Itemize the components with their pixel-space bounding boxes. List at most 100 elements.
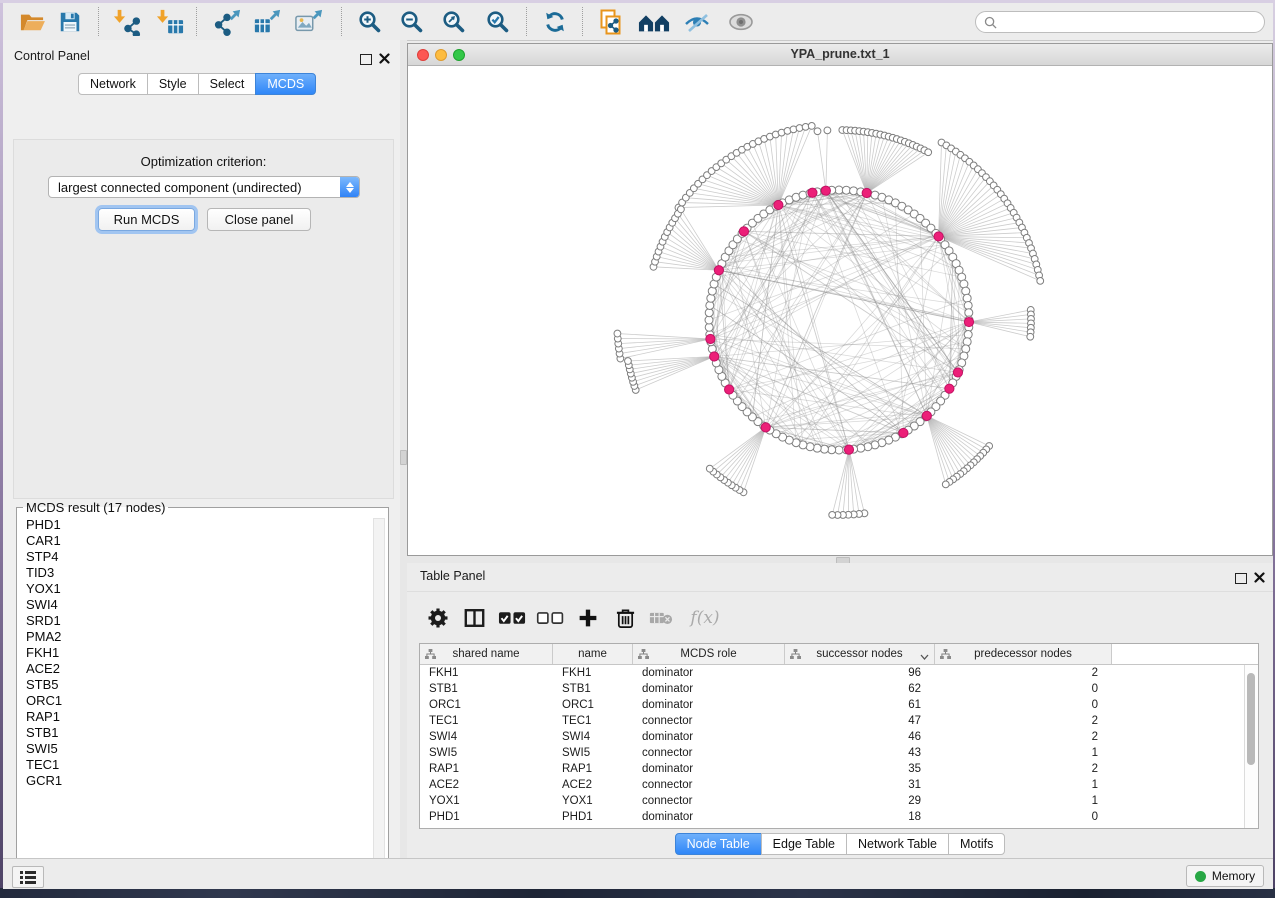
network-graph-canvas[interactable]	[408, 65, 1272, 556]
mcds-list-scrollbar[interactable]	[373, 518, 385, 868]
first-neighbors-button[interactable]	[636, 7, 672, 37]
mcds-hub-node[interactable]	[710, 352, 719, 361]
zoom-fit-button[interactable]	[436, 7, 472, 37]
mcds-result-item[interactable]: SWI5	[20, 741, 370, 757]
table-settings-button[interactable]	[423, 604, 453, 632]
table-panel-close-button[interactable]	[1254, 570, 1265, 588]
table-row[interactable]: ACE2ACE2connector311	[420, 777, 1244, 793]
table-panel-float-button[interactable]	[1235, 571, 1247, 589]
vertical-splitter[interactable]	[400, 40, 407, 858]
table-row[interactable]: RAP1RAP1dominator352	[420, 761, 1244, 777]
zoom-in-button[interactable]	[352, 7, 388, 37]
show-all-button[interactable]	[723, 7, 759, 37]
open-file-button[interactable]	[14, 7, 50, 37]
run-mcds-button[interactable]: Run MCDS	[98, 208, 195, 231]
task-history-button[interactable]	[12, 866, 44, 888]
export-image-button[interactable]	[291, 7, 327, 37]
mcds-hub-node[interactable]	[821, 186, 830, 195]
mcds-hub-node[interactable]	[945, 384, 954, 393]
mcds-hub-node[interactable]	[714, 266, 723, 275]
mcds-hub-node[interactable]	[934, 232, 943, 241]
mcds-hub-node[interactable]	[964, 317, 973, 326]
table-row[interactable]: SWI4SWI4dominator462	[420, 729, 1244, 745]
sort-chevron-icon[interactable]	[920, 651, 929, 663]
mcds-hub-node[interactable]	[862, 188, 871, 197]
mcds-result-item[interactable]: SWI4	[20, 597, 370, 613]
mcds-hub-node[interactable]	[953, 368, 962, 377]
mcds-hub-node[interactable]	[922, 411, 931, 420]
mcds-result-item[interactable]: STB5	[20, 677, 370, 693]
import-network-button[interactable]	[109, 7, 145, 37]
mcds-result-item[interactable]: PMA2	[20, 629, 370, 645]
table-row[interactable]: YOX1YOX1connector291	[420, 793, 1244, 809]
copy-network-button[interactable]	[593, 7, 629, 37]
tab-network-table[interactable]: Network Table	[846, 833, 949, 855]
control-panel-close-button[interactable]	[379, 51, 390, 69]
hide-selected-button[interactable]	[679, 7, 715, 37]
table-row[interactable]: STB1STB1dominator620	[420, 681, 1244, 697]
table-row[interactable]: TEC1TEC1connector472	[420, 713, 1244, 729]
mcds-hub-node[interactable]	[844, 445, 853, 454]
import-table-button[interactable]	[152, 7, 188, 37]
mcds-result-item[interactable]: ORC1	[20, 693, 370, 709]
mcds-hub-node[interactable]	[761, 423, 770, 432]
mcds-hub-node[interactable]	[808, 188, 817, 197]
mcds-hub-node[interactable]	[899, 428, 908, 437]
delete-table-button[interactable]	[646, 604, 676, 632]
mcds-result-item[interactable]: SRD1	[20, 613, 370, 629]
mcds-hub-node[interactable]	[739, 227, 748, 236]
mcds-result-item[interactable]: CAR1	[20, 533, 370, 549]
unselect-all-button[interactable]	[535, 604, 565, 632]
horizontal-splitter[interactable]	[407, 556, 1273, 563]
mcds-result-item[interactable]: TID3	[20, 565, 370, 581]
add-column-button[interactable]	[573, 604, 603, 632]
table-row[interactable]: ORC1ORC1dominator610	[420, 697, 1244, 713]
mcds-result-item[interactable]: YOX1	[20, 581, 370, 597]
column-header-shared-name[interactable]: shared name	[420, 644, 553, 664]
splitter-handle[interactable]	[400, 450, 407, 465]
tab-style[interactable]: Style	[147, 73, 199, 95]
search-box[interactable]	[975, 11, 1265, 33]
tab-edge-table[interactable]: Edge Table	[761, 833, 847, 855]
export-network-button[interactable]	[209, 7, 245, 37]
zoom-out-button[interactable]	[394, 7, 430, 37]
tab-motifs[interactable]: Motifs	[948, 833, 1005, 855]
column-header-successor-nodes[interactable]: successor nodes	[785, 644, 935, 664]
close-panel-button[interactable]: Close panel	[207, 208, 311, 231]
network-window-titlebar[interactable]: YPA_prune.txt_1	[408, 44, 1272, 66]
tab-network[interactable]: Network	[78, 73, 148, 95]
mcds-hub-node[interactable]	[725, 385, 734, 394]
mcds-result-item[interactable]: PHD1	[20, 517, 370, 533]
mcds-result-item[interactable]: STP4	[20, 549, 370, 565]
zoom-selected-button[interactable]	[480, 7, 516, 37]
column-header-MCDS-role[interactable]: MCDS role	[633, 644, 785, 664]
table-scrollbar[interactable]	[1244, 665, 1258, 828]
table-row[interactable]: PHD1PHD1dominator180	[420, 809, 1244, 825]
mcds-result-item[interactable]: FKH1	[20, 645, 370, 661]
scrollbar-thumb[interactable]	[1247, 673, 1255, 765]
search-input[interactable]	[1002, 14, 1264, 30]
function-builder-button[interactable]: f(x)	[685, 604, 725, 632]
memory-button[interactable]: Memory	[1186, 865, 1264, 887]
save-session-button[interactable]	[52, 7, 88, 37]
tab-mcds[interactable]: MCDS	[255, 73, 316, 95]
mcds-result-item[interactable]: ACE2	[20, 661, 370, 677]
control-panel-float-button[interactable]	[360, 52, 372, 70]
show-column-panel-button[interactable]	[459, 604, 489, 632]
table-row[interactable]: SWI5SWI5connector431	[420, 745, 1244, 761]
refresh-view-button[interactable]	[537, 7, 573, 37]
mcds-result-item[interactable]: GCR1	[20, 773, 370, 789]
mcds-result-item[interactable]: TEC1	[20, 757, 370, 773]
optimization-criterion-select[interactable]: largest connected component (undirected)	[48, 176, 360, 198]
column-header-predecessor-nodes[interactable]: predecessor nodes	[935, 644, 1112, 664]
mcds-result-item[interactable]: RAP1	[20, 709, 370, 725]
column-header-name[interactable]: name	[553, 644, 633, 664]
table-row[interactable]: FKH1FKH1dominator962	[420, 665, 1244, 681]
export-table-button[interactable]	[249, 7, 285, 37]
mcds-result-item[interactable]: STB1	[20, 725, 370, 741]
select-all-button[interactable]	[497, 604, 527, 632]
mcds-hub-node[interactable]	[706, 334, 715, 343]
tab-node-table[interactable]: Node Table	[675, 833, 762, 855]
tab-select[interactable]: Select	[198, 73, 257, 95]
delete-column-button[interactable]	[610, 604, 640, 632]
